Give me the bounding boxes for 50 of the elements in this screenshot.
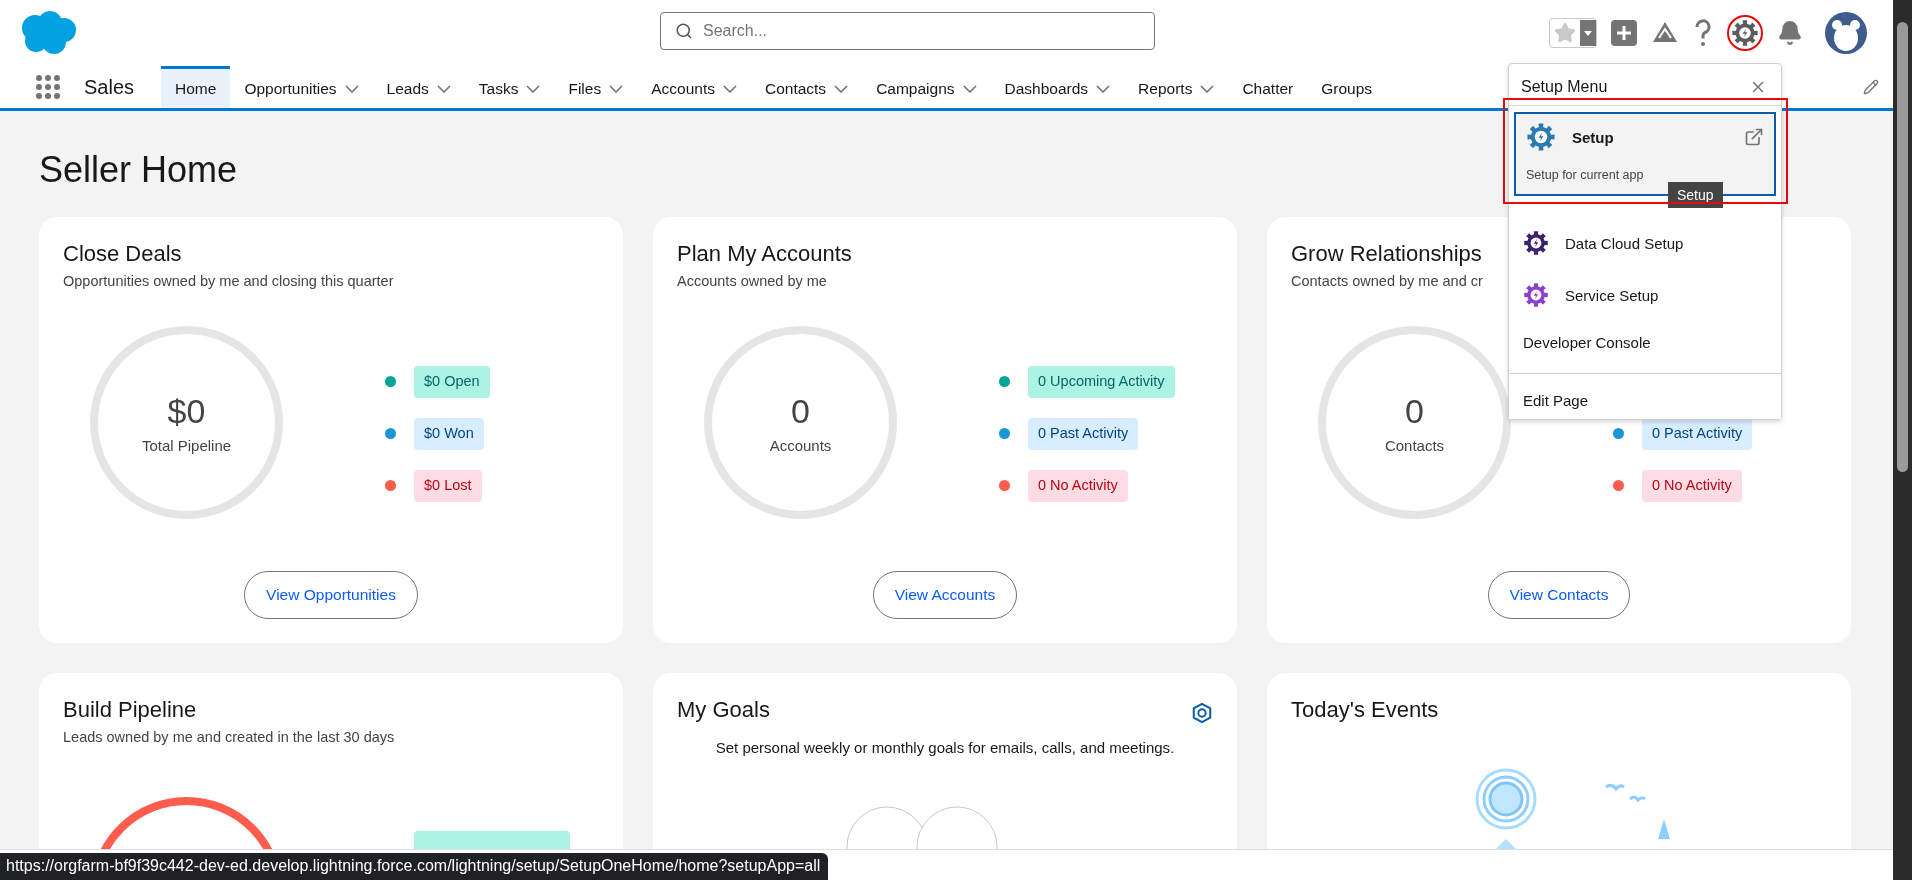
item-description: Setup for current app [1526, 168, 1645, 182]
card-title: My Goals [677, 697, 770, 723]
card-title: Plan My Accounts [677, 241, 852, 267]
status-badge: $0 Lost [414, 469, 482, 502]
nav-tab[interactable]: Tasks [464, 66, 555, 108]
status-url: https://orgfarm-bf9f39c442-dev-ed.develop.lightning.force.com/lightning/setup/SetupOneHome/home?setupApp=all [0, 853, 829, 880]
total-label: Accounts [769, 436, 832, 454]
total-value: $0 [167, 391, 206, 431]
app-name: Sales [84, 74, 135, 100]
card-subtitle: Contacts owned by me and cr [1291, 273, 1484, 289]
menu-item[interactable]: Developer Console [1509, 322, 1781, 365]
status-badge: 0 No Activity [1028, 469, 1128, 502]
card-subtitle: Opportunities owned by me and closing this quarter [63, 273, 395, 289]
total-label: Contacts [1384, 436, 1445, 454]
total-value: 0 [791, 391, 810, 431]
card-description: Set personal weekly or monthly goals for emails, calls, and meetings. [714, 739, 1176, 756]
status-badge: $0 Won [414, 417, 484, 450]
total-value: 0 [1405, 391, 1424, 431]
status-badge: 0 Upcoming Activity [1028, 365, 1175, 398]
item-title: Setup [1572, 128, 1615, 146]
menu-item[interactable]: Data Cloud Setup [1509, 218, 1781, 270]
card-title: Build Pipeline [63, 697, 197, 723]
nav-tab[interactable]: Groups [1307, 66, 1387, 108]
card-title: Grow Relationships [1291, 241, 1482, 267]
nav-tab[interactable]: Reports [1124, 66, 1229, 108]
nav-tab[interactable]: Files [554, 66, 638, 108]
card-title: Today's Events [1291, 697, 1439, 723]
nav-tab[interactable]: Chatter [1228, 66, 1308, 108]
card-subtitle: Accounts owned by me [677, 273, 828, 289]
tooltip: Setup [1668, 182, 1723, 208]
menu-title: Setup Menu [1521, 78, 1608, 96]
status-badge: 0 No Activity [1642, 469, 1742, 502]
menu-item[interactable]: Service Setup [1509, 270, 1781, 322]
nav-tab[interactable]: Leads [372, 66, 465, 108]
nav-tab[interactable]: Accounts [637, 66, 751, 108]
card-title: Close Deals [63, 241, 182, 267]
status-badge: 0 Past Activity [1028, 417, 1139, 450]
search-field[interactable]: Search... [660, 12, 1155, 50]
card-subtitle: Leads owned by me and created in the last 30 days [63, 729, 396, 745]
nav-tab[interactable]: Home [161, 66, 231, 108]
view-button[interactable]: View Contacts [1487, 571, 1631, 619]
view-button[interactable]: View Opportunities [244, 571, 418, 619]
view-button[interactable]: View Accounts [872, 571, 1018, 619]
nav-tab[interactable]: Dashboards [990, 66, 1125, 108]
nav-tab[interactable]: Opportunities [230, 66, 373, 108]
nav-tab[interactable]: Contacts [750, 66, 863, 108]
total-label: Total Pipeline [141, 436, 232, 454]
status-badge: $0 Open [414, 365, 490, 398]
page-title: Seller Home [39, 149, 238, 191]
nav-tab[interactable]: Campaigns [862, 66, 991, 108]
